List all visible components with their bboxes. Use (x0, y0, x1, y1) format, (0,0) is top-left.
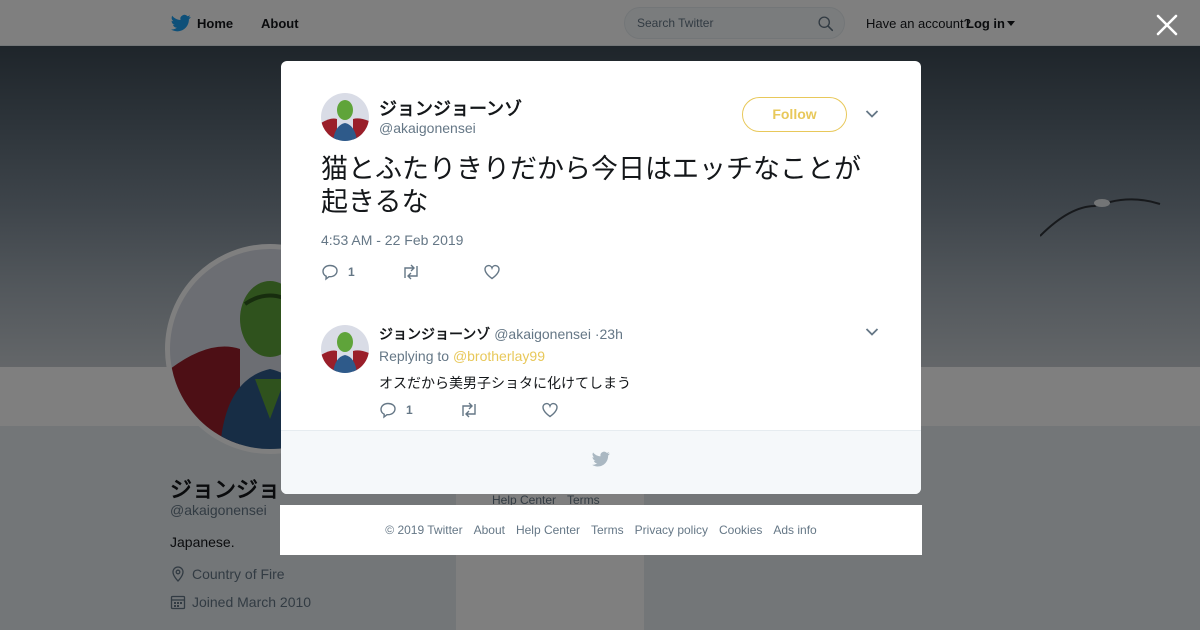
footer-link-terms[interactable]: Terms (591, 523, 624, 537)
tweet-action-bar: 1 (321, 263, 621, 283)
tweet-author-name[interactable]: ジョンジョーンゾ (379, 95, 522, 121)
chevron-down-icon[interactable] (865, 109, 879, 119)
like-action[interactable] (541, 401, 559, 419)
reply-time[interactable]: 23h (600, 326, 623, 342)
footer-link-privacy[interactable]: Privacy policy (635, 523, 708, 537)
retweet-icon[interactable] (401, 263, 421, 281)
heart-icon[interactable] (483, 263, 501, 281)
chevron-down-icon[interactable] (865, 327, 879, 337)
footer-copyright: © 2019 Twitter (385, 523, 463, 537)
modal-footer (281, 430, 921, 494)
avatar-illustration (321, 93, 369, 141)
replying-to-prefix: Replying to (379, 348, 450, 364)
tweet-author-avatar[interactable] (321, 93, 369, 141)
footer-link-about[interactable]: About (474, 523, 505, 537)
retweet-action[interactable] (401, 263, 430, 281)
reply-count: 1 (406, 403, 413, 417)
reply-author-avatar[interactable] (321, 325, 369, 373)
footer-link-help-center[interactable]: Help Center (516, 523, 580, 537)
tweet-timestamp[interactable]: 4:53 AM - 22 Feb 2019 (321, 232, 463, 248)
page-footer: © 2019 Twitter About Help Center Terms P… (280, 505, 922, 555)
reply-author-name[interactable]: ジョンジョーンゾ (379, 326, 490, 342)
reply-action[interactable]: 1 (321, 263, 355, 281)
reply-count: 1 (348, 265, 355, 279)
follow-button[interactable]: Follow (742, 97, 847, 132)
reply-icon[interactable] (321, 263, 339, 281)
reply-action[interactable]: 1 (379, 401, 413, 419)
reply-header: ジョンジョーンゾ @akaigonensei ·23h (379, 324, 623, 344)
footer-link-cookies[interactable]: Cookies (719, 523, 762, 537)
retweet-icon[interactable] (459, 401, 479, 419)
reply-icon[interactable] (379, 401, 397, 419)
reply-author-handle[interactable]: @akaigonensei (494, 326, 591, 342)
tweet-modal: ジョンジョーンゾ @akaigonensei Follow 猫とふたりきりだから… (281, 61, 921, 494)
replying-to-handle-link[interactable]: @brotherlay99 (453, 348, 545, 364)
tweet-author-handle[interactable]: @akaigonensei (379, 120, 476, 136)
reply-text: オスだから美男子ショタに化けてしまう (379, 375, 631, 391)
close-icon[interactable] (1154, 12, 1180, 38)
like-action[interactable] (483, 263, 510, 281)
retweet-action[interactable] (459, 401, 479, 419)
avatar-illustration (321, 325, 369, 373)
replying-to: Replying to @brotherlay99 (379, 348, 545, 364)
tweet-text: 猫とふたりきりだから今日はエッチなことが起きるな (321, 154, 861, 217)
twitter-bird-icon[interactable] (591, 450, 611, 468)
heart-icon[interactable] (541, 401, 559, 419)
footer-link-ads-info[interactable]: Ads info (773, 523, 816, 537)
reply-action-bar: 1 (379, 401, 679, 421)
